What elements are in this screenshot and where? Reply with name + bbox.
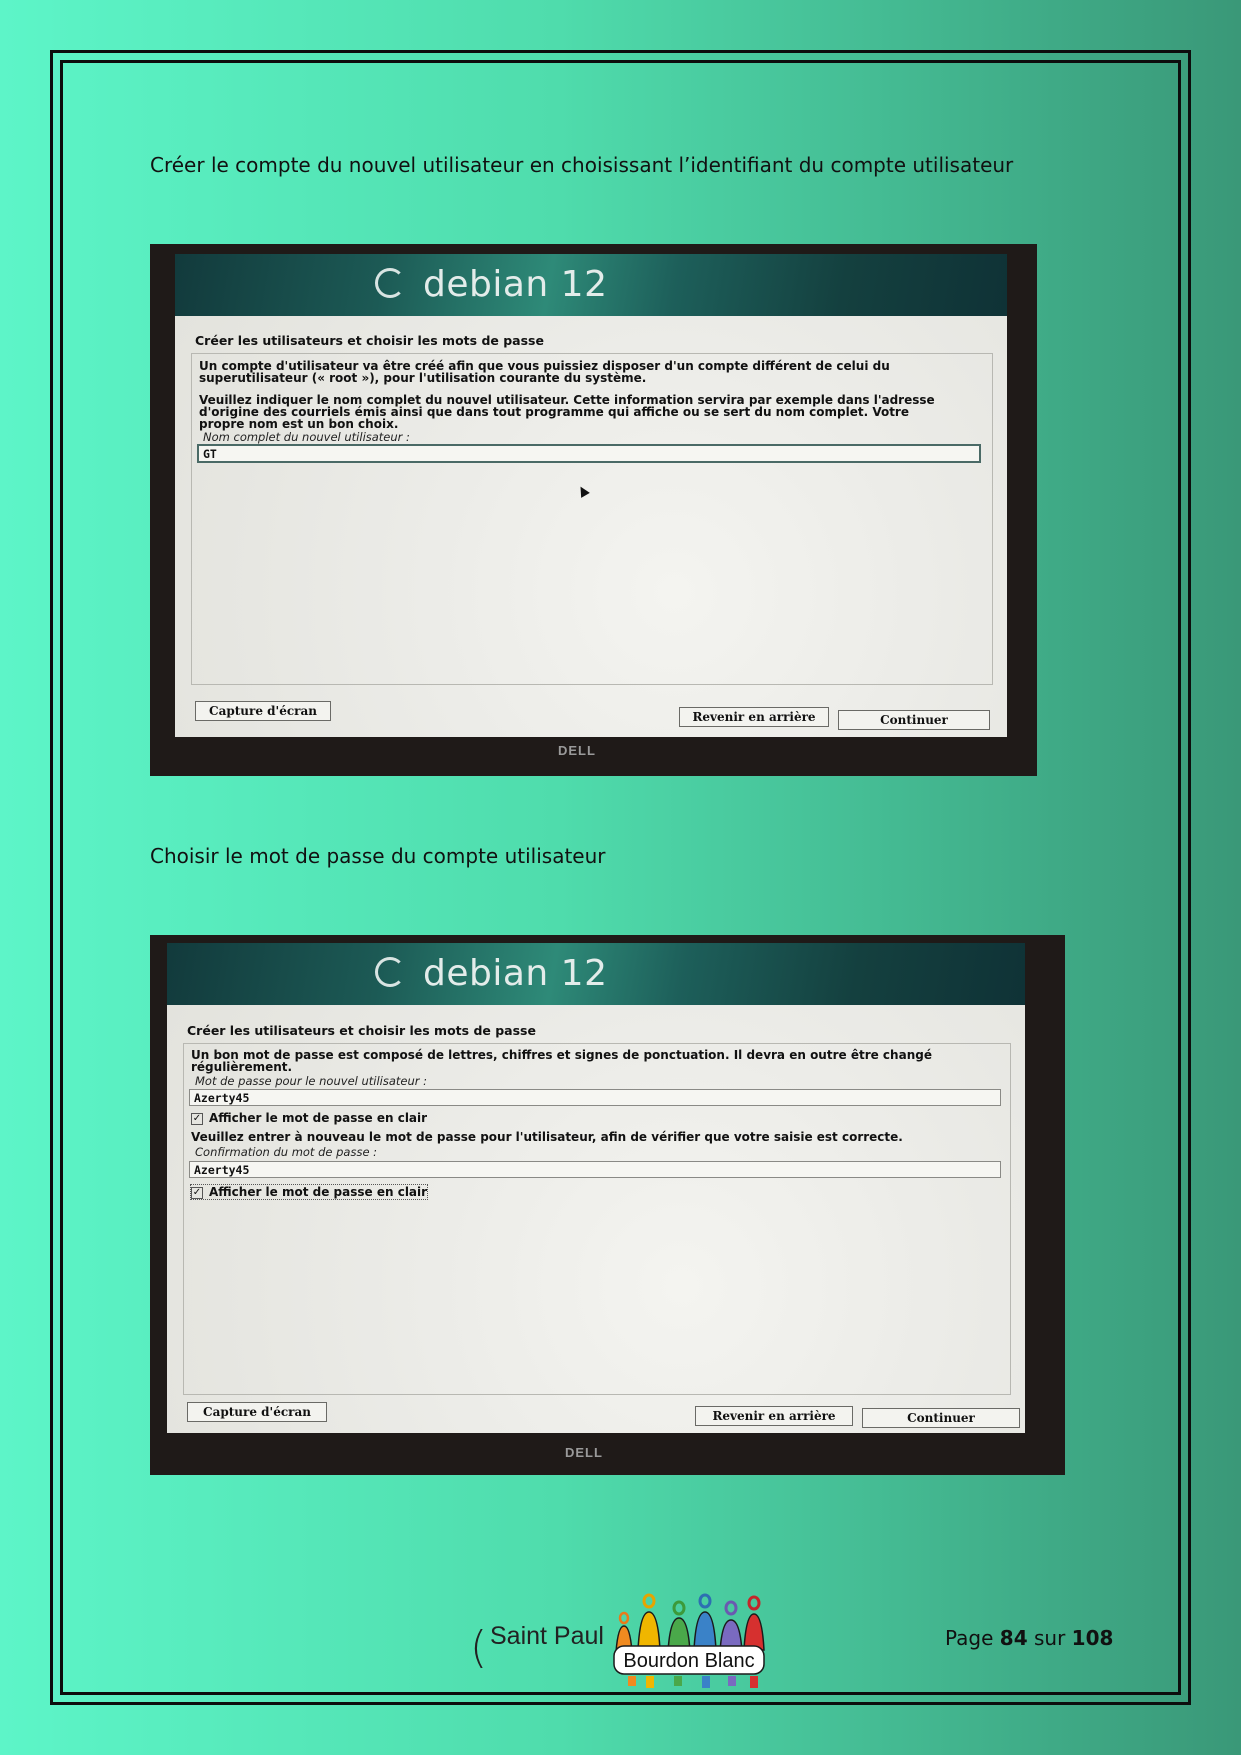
monitor-photo-1: debian 12 Créer les utilisateurs et choi… bbox=[150, 244, 1037, 776]
debian-banner: debian 12 bbox=[175, 254, 1007, 316]
checkbox-label: Afficher le mot de passe en clair bbox=[209, 1185, 428, 1199]
monitor-photo-2: debian 12 Créer les utilisateurs et choi… bbox=[150, 935, 1065, 1475]
screenshot-button[interactable]: Capture d'écran bbox=[195, 701, 331, 721]
show-password-checkbox-2[interactable]: ✓ Afficher le mot de passe en clair bbox=[189, 1184, 429, 1200]
dell-logo: DELL bbox=[565, 1445, 603, 1460]
logo-figures bbox=[615, 1593, 765, 1653]
full-name-label: Nom complet du nouvel utilisateur : bbox=[203, 430, 410, 444]
dell-logo: DELL bbox=[558, 743, 596, 758]
caption-step-1: Créer le compte du nouvel utilisateur en… bbox=[150, 153, 1014, 177]
installer-screen-1: debian 12 Créer les utilisateurs et choi… bbox=[175, 254, 1007, 737]
continue-button[interactable]: Continuer bbox=[862, 1408, 1020, 1428]
back-button[interactable]: Revenir en arrière bbox=[679, 707, 829, 727]
show-password-checkbox-1[interactable]: ✓ Afficher le mot de passe en clair bbox=[191, 1111, 427, 1125]
page-total: 108 bbox=[1071, 1626, 1114, 1650]
screenshot-button[interactable]: Capture d'écran bbox=[187, 1402, 327, 1422]
debian-banner: debian 12 bbox=[167, 943, 1025, 1005]
dialog-title: Créer les utilisateurs et choisir les mo… bbox=[187, 1023, 536, 1038]
info-text-line: Veuillez entrer à nouveau le mot de pass… bbox=[191, 1130, 903, 1144]
school-name: Saint Paul bbox=[490, 1622, 604, 1650]
bourdon-blanc-logo: Bourdon Blanc bbox=[613, 1593, 765, 1688]
continue-button[interactable]: Continuer bbox=[838, 710, 990, 730]
page-current: 84 bbox=[999, 1626, 1028, 1650]
debian-swirl-icon bbox=[375, 268, 405, 298]
logo-text: Bourdon Blanc bbox=[623, 1650, 754, 1672]
page-prefix: Page bbox=[945, 1626, 994, 1650]
debian-swirl-icon bbox=[375, 957, 405, 987]
checkbox-icon: ✓ bbox=[191, 1112, 203, 1125]
checkbox-icon: ✓ bbox=[191, 1186, 203, 1199]
confirm-password-input[interactable]: Azerty45 bbox=[189, 1161, 1001, 1178]
info-text-line: régulièrement. bbox=[191, 1060, 293, 1074]
page-number: Page 84 sur 108 bbox=[945, 1626, 1113, 1650]
info-text-line: propre nom est un bon choix. bbox=[199, 417, 399, 431]
info-text-line: Un bon mot de passe est composé de lettr… bbox=[191, 1048, 932, 1062]
debian-brand: debian 12 bbox=[423, 953, 608, 994]
checkbox-label: Afficher le mot de passe en clair bbox=[209, 1111, 428, 1125]
debian-brand: debian 12 bbox=[423, 264, 608, 305]
back-button[interactable]: Revenir en arrière bbox=[695, 1406, 853, 1426]
footer-paren: ( bbox=[470, 1622, 488, 1673]
logo-feet bbox=[628, 1676, 758, 1688]
page-sep: sur bbox=[1033, 1626, 1066, 1650]
dialog-title: Créer les utilisateurs et choisir les mo… bbox=[195, 333, 544, 348]
installer-screen-2: debian 12 Créer les utilisateurs et choi… bbox=[167, 943, 1025, 1433]
password-input[interactable]: Azerty45 bbox=[189, 1089, 1001, 1106]
password-label: Mot de passe pour le nouvel utilisateur … bbox=[195, 1074, 428, 1088]
confirm-password-label: Confirmation du mot de passe : bbox=[195, 1145, 378, 1159]
caption-step-2: Choisir le mot de passe du compte utilis… bbox=[150, 844, 606, 868]
full-name-input[interactable]: GT bbox=[197, 444, 981, 463]
info-text-line: superutilisateur (« root »), pour l'util… bbox=[199, 371, 647, 385]
